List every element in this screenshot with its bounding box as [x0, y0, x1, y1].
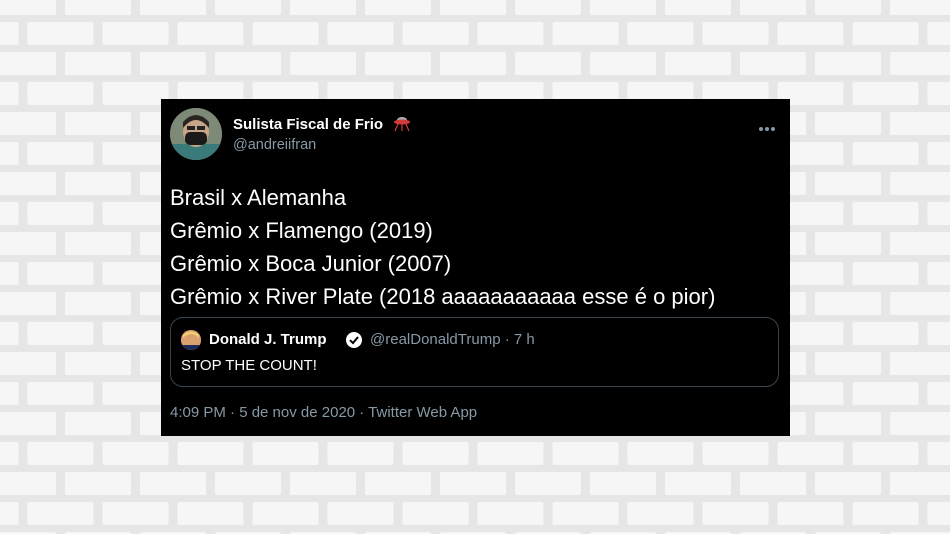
tweet-line: Brasil x Alemanha	[170, 185, 347, 210]
verified-badge-icon	[345, 331, 363, 349]
tweet-line: Grêmio x River Plate (2018 aaaaaaaaaaa e…	[170, 284, 716, 309]
author-handle[interactable]: @andreiifran	[233, 137, 316, 153]
quoted-tweet-text: STOP THE COUNT!	[181, 357, 317, 374]
author-avatar[interactable]	[170, 108, 222, 160]
author-name[interactable]: Sulista Fiscal de Frio	[233, 116, 383, 133]
quoted-author-name: Donald J. Trump	[209, 331, 327, 348]
tweet-line: Grêmio x Flamengo (2019)	[170, 218, 433, 243]
flying-saucer-icon	[393, 114, 411, 132]
quoted-author-handle: @realDonaldTrump · 7 h	[370, 331, 535, 348]
tweet-text: Brasil x Alemanha Grêmio x Flamengo (201…	[170, 181, 770, 313]
quoted-author-avatar	[181, 330, 201, 350]
tweet-line: Grêmio x Boca Junior (2007)	[170, 251, 452, 276]
tweet-timestamp[interactable]: 4:09 PM · 5 de nov de 2020 · Twitter Web…	[170, 404, 477, 421]
quoted-tweet[interactable]: Donald J. Trump @realDonaldTrump · 7 h S…	[170, 317, 779, 387]
tweet-card[interactable]: Sulista Fiscal de Frio @andreiifran Bras…	[161, 99, 790, 436]
more-options-icon[interactable]	[759, 118, 779, 131]
